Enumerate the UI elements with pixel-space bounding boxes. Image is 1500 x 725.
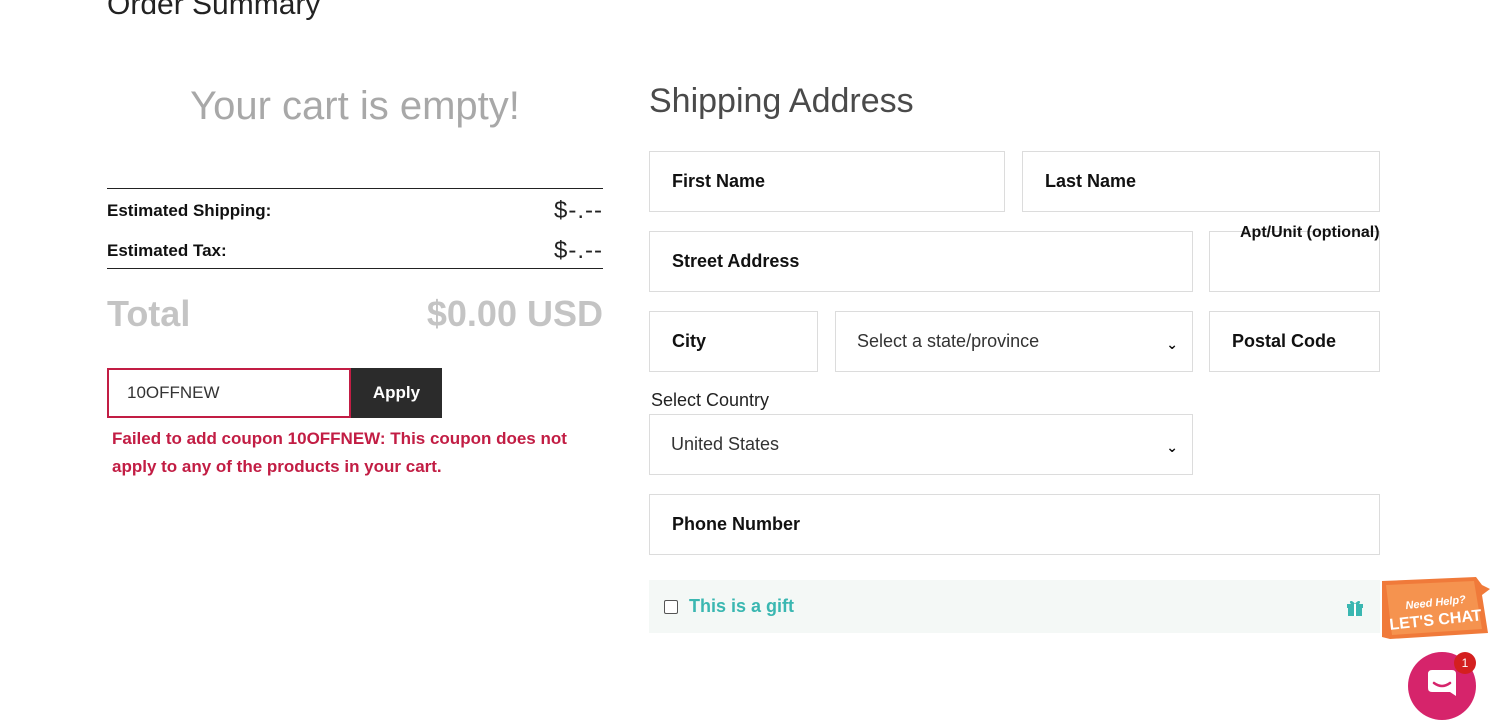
gift-checkbox[interactable] (664, 599, 678, 614)
country-select[interactable]: United States ⌄ (649, 414, 1193, 475)
total-row: Total $0.00 USD (107, 290, 603, 338)
divider (107, 268, 603, 269)
chat-unread-badge: 1 (1454, 652, 1476, 674)
estimated-tax-row: Estimated Tax: $-.-- (107, 236, 603, 266)
need-help-chat-badge[interactable]: Need Help? LET'S CHAT (1378, 575, 1493, 643)
state-select[interactable]: Select a state/province ⌄ (835, 311, 1193, 372)
street-address-field[interactable]: Street Address (649, 231, 1193, 292)
divider (107, 188, 603, 189)
estimated-shipping-label: Estimated Shipping: (107, 201, 272, 220)
coupon-error-message: Failed to add coupon 10OFFNEW: This coup… (112, 429, 567, 476)
phone-number-placeholder: Phone Number (672, 514, 801, 534)
estimated-shipping-value: $-.-- (554, 197, 603, 224)
page-title: Order Summary (107, 0, 321, 21)
last-name-placeholder: Last Name (1045, 171, 1137, 191)
select-country-label: Select Country (651, 390, 770, 410)
total-label: Total (107, 293, 191, 334)
gift-option-bar: This is a gift (649, 580, 1380, 633)
gift-label[interactable]: This is a gift (689, 596, 794, 617)
last-name-field[interactable]: Last Name (1022, 151, 1380, 212)
empty-cart-message: Your cart is empty! (190, 84, 520, 128)
chevron-down-icon: ⌄ (1166, 439, 1178, 455)
city-placeholder: City (672, 331, 707, 351)
city-field[interactable]: City (649, 311, 818, 372)
street-address-placeholder: Street Address (672, 251, 800, 271)
apply-coupon-button[interactable]: Apply (351, 368, 442, 418)
apt-unit-label: Apt/Unit (optional) (1240, 224, 1380, 241)
postal-code-field[interactable]: Postal Code (1209, 311, 1380, 372)
state-select-value: Select a state/province (857, 331, 1040, 351)
estimated-tax-label: Estimated Tax: (107, 241, 227, 260)
shipping-address-title: Shipping Address (649, 82, 914, 120)
estimated-tax-value: $-.-- (554, 237, 603, 264)
phone-number-field[interactable]: Phone Number (649, 494, 1380, 555)
first-name-placeholder: First Name (672, 171, 766, 191)
estimated-shipping-row: Estimated Shipping: $-.-- (107, 196, 603, 226)
gift-icon (1347, 600, 1363, 616)
country-select-value: United States (671, 434, 780, 454)
postal-code-placeholder: Postal Code (1232, 331, 1337, 351)
chevron-down-icon: ⌄ (1166, 336, 1178, 352)
total-value: $0.00 USD (426, 293, 603, 334)
first-name-field[interactable]: First Name (649, 151, 1005, 212)
coupon-input[interactable] (107, 368, 351, 418)
